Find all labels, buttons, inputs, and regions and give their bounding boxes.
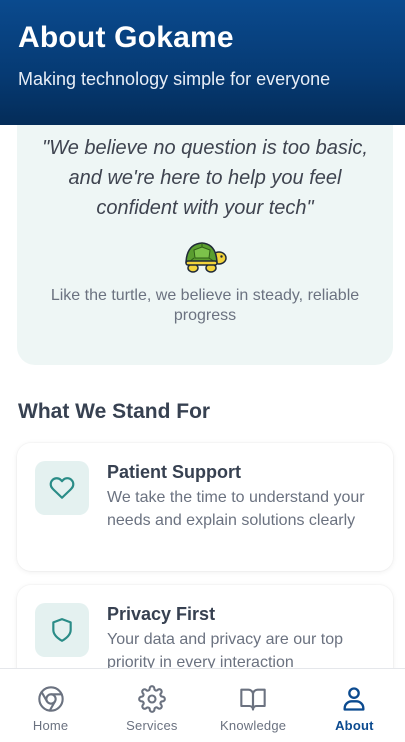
nav-item-knowledge[interactable]: Knowledge [203,669,304,742]
section-title: What We Stand For [18,400,211,423]
book-icon [240,688,266,711]
nav-item-home[interactable]: Home [0,669,101,742]
nav-label-services: Services [126,718,178,733]
value-description: We take the time to understand your need… [107,489,365,529]
heart-icon-box [35,461,89,515]
shield-icon [52,618,72,642]
nav-item-about[interactable]: About [304,669,405,742]
chrome-icon [37,686,64,712]
gear-icon [138,685,166,713]
page-header: About Gokame Making technology simple fo… [0,0,405,125]
value-card-patient-support: Patient Support We take the time to unde… [17,443,393,571]
content-scroll-area[interactable]: "We believe no question is too basic, an… [0,125,405,668]
shield-icon-box [35,603,89,657]
nav-item-services[interactable]: Services [101,669,202,742]
quote-card: "We believe no question is too basic, an… [17,125,393,365]
nav-label-knowledge: Knowledge [220,718,287,733]
value-card-privacy-first: Privacy First Your data and privacy are … [17,585,393,668]
nav-label-home: Home [32,718,69,733]
quote-text: "We believe no question is too basic, an… [42,137,368,219]
page-subtitle: Making technology simple for everyone [18,69,331,89]
turtle-caption: Like the turtle, we believe in steady, r… [50,287,360,324]
bottom-navigation: Home Services Knowledge About [0,668,405,742]
page-title: About Gokame [18,21,234,54]
heart-icon [49,477,75,499]
value-description: Your data and privacy are our top priori… [107,631,344,668]
nav-label-about: About [335,718,374,733]
value-title: Patient Support [107,462,241,482]
value-title: Privacy First [107,604,216,624]
turtle-icon [185,242,227,273]
user-icon [343,687,365,711]
